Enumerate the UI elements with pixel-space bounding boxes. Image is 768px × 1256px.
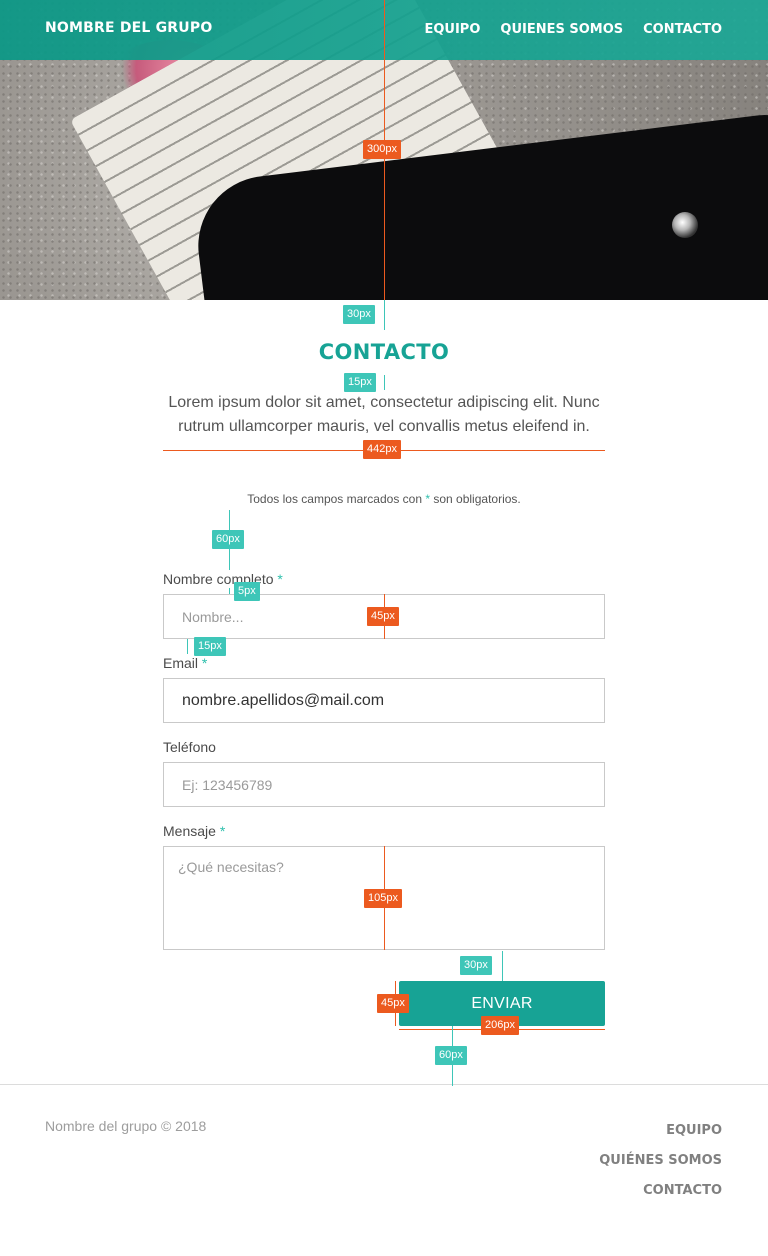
spec-tag: 442px — [363, 440, 401, 459]
spec-tag: 60px — [435, 1046, 467, 1065]
required-note-text-end: son obligatorios. — [433, 492, 521, 506]
message-label: Mensaje * — [163, 823, 225, 839]
footer-divider — [0, 1084, 768, 1085]
spec-line — [502, 951, 503, 981]
required-star: * — [201, 655, 208, 671]
spec-tag: 105px — [364, 889, 402, 908]
main-nav: EQUIPO QUIENES SOMOS CONTACTO — [424, 22, 722, 37]
section-lead: Lorem ipsum dolor sit amet, consectetur … — [168, 394, 600, 435]
spec-tag: 206px — [481, 1016, 519, 1035]
required-note: Todos los campos marcados con * son obli… — [0, 492, 768, 506]
phone-input[interactable] — [163, 762, 605, 807]
spec-tag: 30px — [343, 305, 375, 324]
hero-phone-camera — [672, 212, 698, 238]
spec-tag: 300px — [363, 140, 401, 159]
spec-tag: 60px — [212, 530, 244, 549]
spec-line — [384, 375, 385, 390]
spec-tag: 5px — [234, 582, 260, 601]
spec-line — [384, 300, 385, 330]
section-title: CONTACTO — [318, 340, 450, 364]
spec-tag: 30px — [460, 956, 492, 975]
email-label: Email * — [163, 655, 207, 671]
email-input[interactable] — [163, 678, 605, 723]
required-note-text: Todos los campos marcados con — [247, 492, 422, 506]
footer-nav: EQUIPO QUIÉNES SOMOS CONTACTO — [599, 1116, 722, 1206]
footer-copyright: Nombre del grupo © 2018 — [45, 1118, 207, 1134]
name-label: Nombre completo * — [163, 571, 283, 587]
spec-line — [187, 639, 188, 654]
required-star: * — [425, 492, 431, 506]
nav-link-quienes-somos[interactable]: QUIENES SOMOS — [500, 22, 623, 37]
phone-label-text: Teléfono — [163, 739, 216, 755]
spec-tag: 45px — [377, 994, 409, 1013]
brand-logo[interactable]: NOMBRE DEL GRUPO — [45, 20, 212, 36]
spec-line — [229, 588, 230, 594]
required-star: * — [277, 571, 283, 587]
phone-label: Teléfono — [163, 739, 216, 755]
message-label-text: Mensaje — [163, 823, 216, 839]
required-star: * — [219, 823, 226, 839]
footer-link-equipo[interactable]: EQUIPO — [599, 1116, 722, 1146]
spec-tag: 15px — [344, 373, 376, 392]
email-label-text: Email — [163, 655, 199, 671]
spec-tag: 15px — [194, 637, 226, 656]
footer-link-contacto[interactable]: CONTACTO — [599, 1176, 722, 1206]
footer-link-quienes-somos[interactable]: QUIÉNES SOMOS — [599, 1146, 722, 1176]
nav-link-contacto[interactable]: CONTACTO — [643, 22, 722, 37]
nav-link-equipo[interactable]: EQUIPO — [424, 22, 480, 37]
spec-tag: 45px — [367, 607, 399, 626]
